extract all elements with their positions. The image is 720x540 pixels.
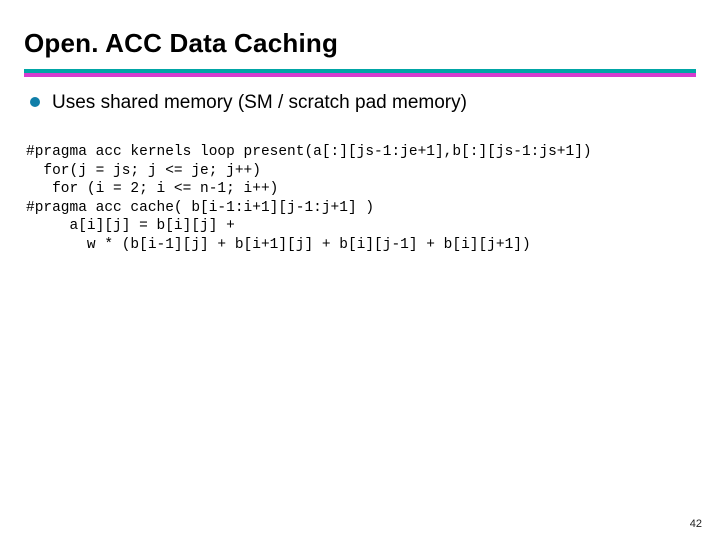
bullet-text: Uses shared memory (SM / scratch pad mem…	[52, 91, 467, 115]
slide: Open. ACC Data Caching Uses shared memor…	[0, 0, 720, 540]
code-line: #pragma acc kernels loop present(a[:][js…	[26, 144, 592, 160]
bullet-item: Uses shared memory (SM / scratch pad mem…	[30, 91, 696, 115]
code-line: for (i = 2; i <= n-1; i++)	[26, 181, 278, 197]
rule-magenta	[24, 73, 696, 77]
title-rule	[24, 69, 696, 77]
slide-title: Open. ACC Data Caching	[24, 28, 696, 59]
code-line: for(j = js; j <= je; j++)	[26, 163, 261, 179]
code-line: a[i][j] = b[i][j] +	[26, 218, 235, 234]
code-block: #pragma acc kernels loop present(a[:][js…	[26, 125, 696, 273]
page-number: 42	[690, 518, 702, 530]
code-line: #pragma acc cache( b[i-1:i+1][j-1:j+1] )	[26, 200, 374, 216]
bullet-dot-icon	[30, 97, 40, 107]
code-line: w * (b[i-1][j] + b[i+1][j] + b[i][j-1] +…	[26, 237, 531, 253]
